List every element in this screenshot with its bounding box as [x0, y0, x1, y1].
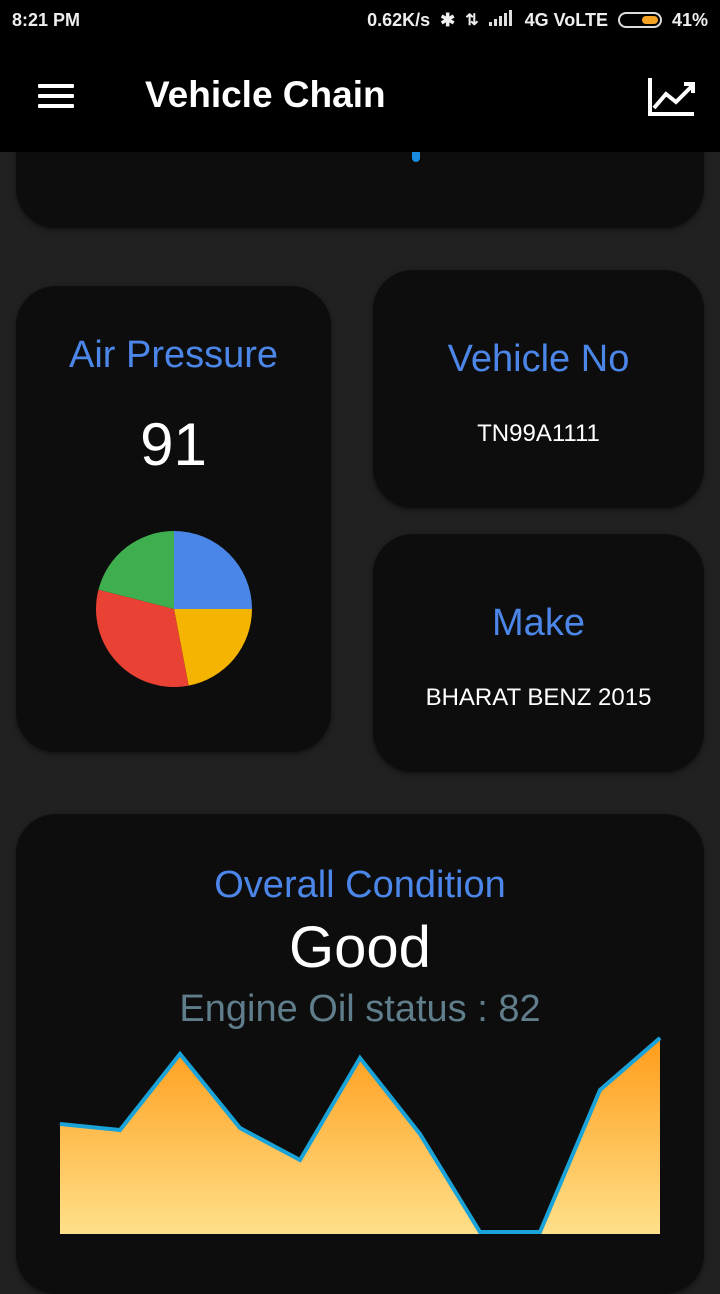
make-label: Make [492, 602, 585, 644]
status-time: 8:21 PM [12, 9, 81, 30]
make-value: BHARAT BENZ 2015 [425, 684, 652, 711]
chart-icon[interactable] [646, 76, 696, 118]
data-point-7 [479, 1231, 481, 1233]
network-type: 4G VoLTE [524, 9, 608, 30]
air-pressure-card[interactable]: Air Pressure 91 [16, 286, 331, 752]
battery-icon [617, 12, 662, 28]
air-pressure-label: Air Pressure [68, 334, 279, 376]
air-pressure-value: 91 [140, 411, 207, 478]
overall-condition-label: Overall Condition [214, 864, 506, 906]
overall-condition-value: Good [289, 915, 431, 980]
network-speed: 0.62K/s [367, 9, 431, 30]
bluetooth-icon: ✱ [440, 9, 456, 30]
signal-icon [488, 9, 515, 31]
status-bar: 8:21 PM 0.62K/s ✱ ⇅ 4G VoLTE 41% [0, 0, 720, 40]
data-transfer-icon: ⇅ [465, 12, 479, 29]
overall-condition-card[interactable]: Overall Condition Good Engine Oil status… [16, 814, 704, 1294]
data-point-2 [179, 1053, 181, 1055]
data-point-6 [419, 1133, 421, 1135]
vehicle-no-label: Vehicle No [447, 338, 630, 380]
data-point-3 [239, 1127, 241, 1129]
data-point-4 [299, 1159, 301, 1161]
data-point-10 [659, 1037, 661, 1039]
data-point-5 [359, 1057, 361, 1059]
area-fill [60, 1038, 660, 1234]
data-point-9 [599, 1089, 601, 1091]
engine-oil-area-chart [59, 1036, 662, 1234]
app-bar-layer: Vehicle Chain [0, 40, 720, 152]
battery-percent: 41% [671, 9, 708, 30]
status-right: 0.62K/s ✱ ⇅ 4G VoLTE 41% [367, 9, 708, 31]
air-pressure-pie-chart [95, 531, 252, 687]
vehicle-no-value: TN99A1111 [477, 420, 600, 447]
menu-button[interactable] [38, 84, 74, 108]
vehicle-no-card[interactable]: Vehicle No TN99A1111 [373, 270, 704, 508]
data-point-1 [119, 1129, 121, 1131]
make-card[interactable]: Make BHARAT BENZ 2015 [373, 534, 704, 772]
data-point-0 [59, 1123, 61, 1125]
data-point-8 [539, 1231, 541, 1233]
app-title-text: Vehicle Chain [145, 74, 386, 115]
pie-slice-0 [174, 531, 252, 609]
